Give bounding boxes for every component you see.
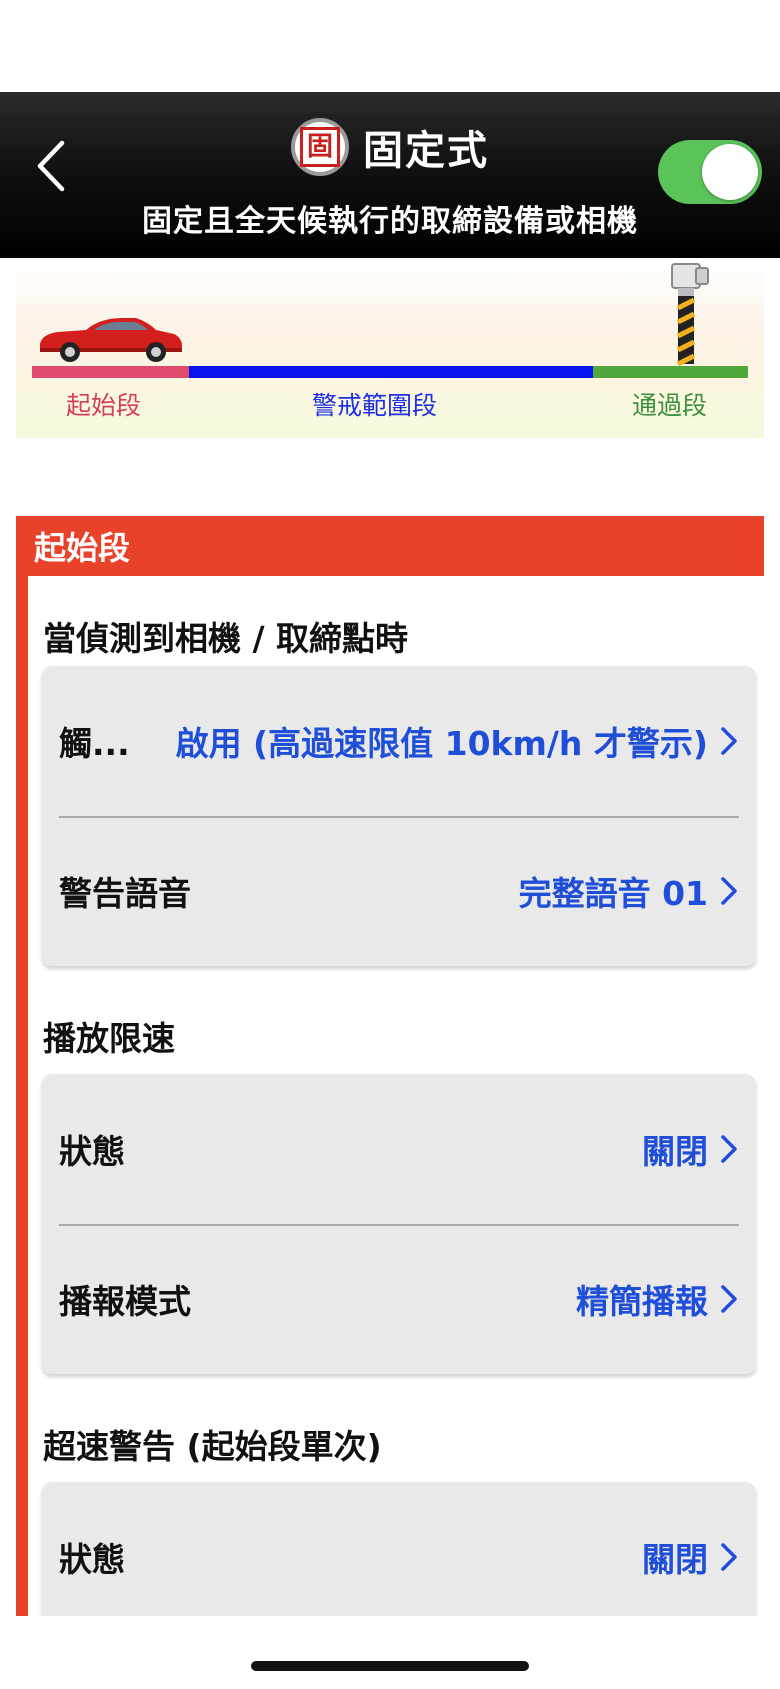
start-segment-label: 起始段 bbox=[66, 391, 142, 420]
group-title-overspeed: 超速警告 (起始段單次) bbox=[43, 1427, 382, 1466]
setting-row-warning-voice[interactable]: 警告語音 完整語音 01 bbox=[42, 816, 756, 966]
chevron-right-icon bbox=[720, 1542, 738, 1572]
setting-row-trigger[interactable]: 觸... 啟用 (高過速限值 10km/h 才警示) bbox=[42, 666, 756, 816]
pass-segment-bar bbox=[593, 366, 748, 378]
row-label: 狀態 bbox=[59, 1132, 125, 1171]
toggle-knob bbox=[702, 144, 758, 200]
header: 固 固定式 固定且全天候執行的取締設備或相機 bbox=[0, 92, 780, 258]
fixed-camera-badge-icon: 固 bbox=[291, 118, 349, 176]
speed-camera-icon bbox=[671, 263, 709, 366]
start-section: 起始段 當偵測到相機 / 取締點時 觸... 啟用 (高過速限值 10km/h … bbox=[16, 516, 764, 1632]
row-label: 狀態 bbox=[59, 1540, 125, 1579]
bottom-safe-area bbox=[0, 1616, 780, 1689]
row-value: 精簡播報 bbox=[576, 1282, 708, 1321]
enable-toggle[interactable] bbox=[658, 140, 762, 204]
chevron-right-icon bbox=[720, 876, 738, 906]
row-value: 關閉 bbox=[642, 1132, 708, 1171]
chevron-right-icon bbox=[720, 1134, 738, 1164]
pass-segment-label: 通過段 bbox=[632, 391, 708, 420]
settings-card-detect: 觸... 啟用 (高過速限值 10km/h 才警示) 警告語音 完整語音 01 bbox=[42, 666, 756, 966]
status-bar bbox=[0, 0, 780, 92]
warning-segment-label: 警戒範圍段 bbox=[312, 391, 438, 420]
group-title-detect: 當偵測到相機 / 取締點時 bbox=[43, 619, 409, 658]
car-icon bbox=[40, 318, 182, 362]
start-segment-bar bbox=[32, 366, 189, 378]
setting-row-status[interactable]: 狀態 關閉 bbox=[42, 1482, 756, 1632]
row-label: 播報模式 bbox=[59, 1282, 191, 1321]
row-label: 觸... bbox=[59, 724, 130, 763]
chevron-right-icon bbox=[720, 1284, 738, 1314]
page-title: 固定式 bbox=[363, 128, 489, 174]
warning-segment-bar bbox=[189, 366, 593, 378]
segment-diagram: 起始段 警戒範圍段 通過段 bbox=[16, 262, 764, 438]
chevron-right-icon bbox=[720, 726, 738, 756]
home-indicator[interactable] bbox=[251, 1661, 529, 1671]
setting-row-status[interactable]: 狀態 關閉 bbox=[42, 1074, 756, 1224]
settings-card-overspeed: 狀態 關閉 bbox=[42, 1482, 756, 1632]
page-subtitle: 固定且全天候執行的取締設備或相機 bbox=[142, 204, 638, 239]
group-title-speed-limit: 播放限速 bbox=[43, 1019, 175, 1058]
settings-card-speed-limit: 狀態 關閉 播報模式 精簡播報 bbox=[42, 1074, 756, 1374]
row-value: 完整語音 01 bbox=[518, 874, 708, 913]
section-title: 起始段 bbox=[16, 516, 764, 576]
row-value: 關閉 bbox=[642, 1540, 708, 1579]
row-label: 警告語音 bbox=[59, 874, 191, 913]
row-value: 啟用 (高過速限值 10km/h 才警示) bbox=[175, 724, 708, 763]
setting-row-broadcast-mode[interactable]: 播報模式 精簡播報 bbox=[42, 1224, 756, 1374]
